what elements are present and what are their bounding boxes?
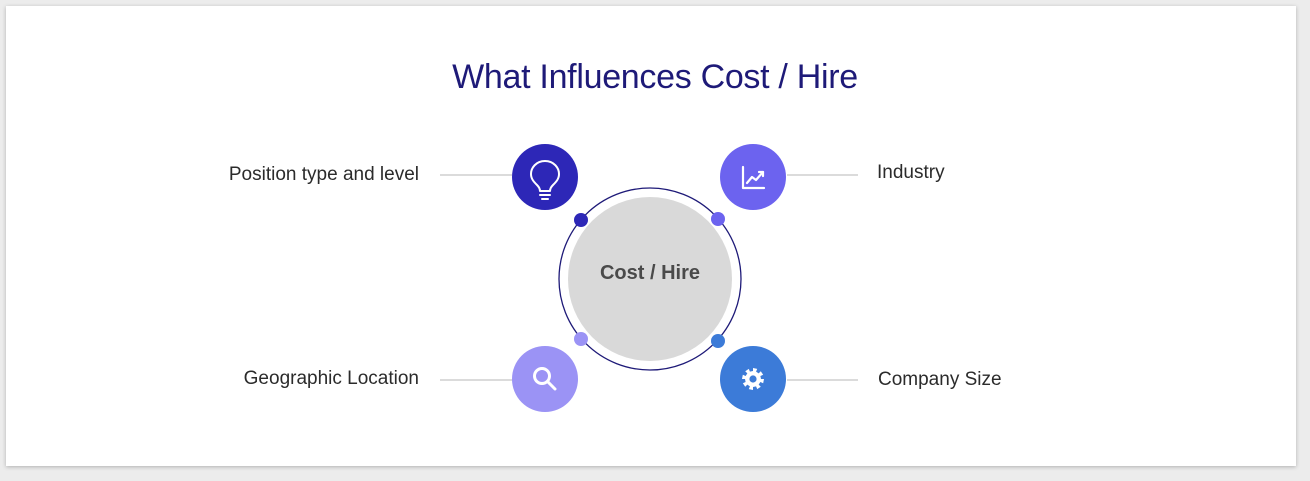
influence-diagram: [440, 144, 858, 412]
factor-node-company-size: [720, 346, 786, 412]
ring-dot-position: [574, 213, 588, 227]
factor-label-position: Position type and level: [228, 164, 419, 185]
factor-label-geographic: Geographic Location: [243, 368, 419, 389]
ring-dot-industry: [711, 212, 725, 226]
gear-hole: [749, 375, 757, 383]
factor-node-geographic: [512, 346, 578, 412]
factor-label-company-size: Company Size: [878, 369, 1002, 390]
ring-dot-geographic: [574, 332, 588, 346]
center-label: Cost / Hire: [599, 262, 701, 284]
factor-node-position: [512, 144, 578, 210]
ring-dot-company-size: [711, 334, 725, 348]
factor-node-industry: [720, 144, 786, 210]
factor-label-industry: Industry: [877, 162, 945, 183]
